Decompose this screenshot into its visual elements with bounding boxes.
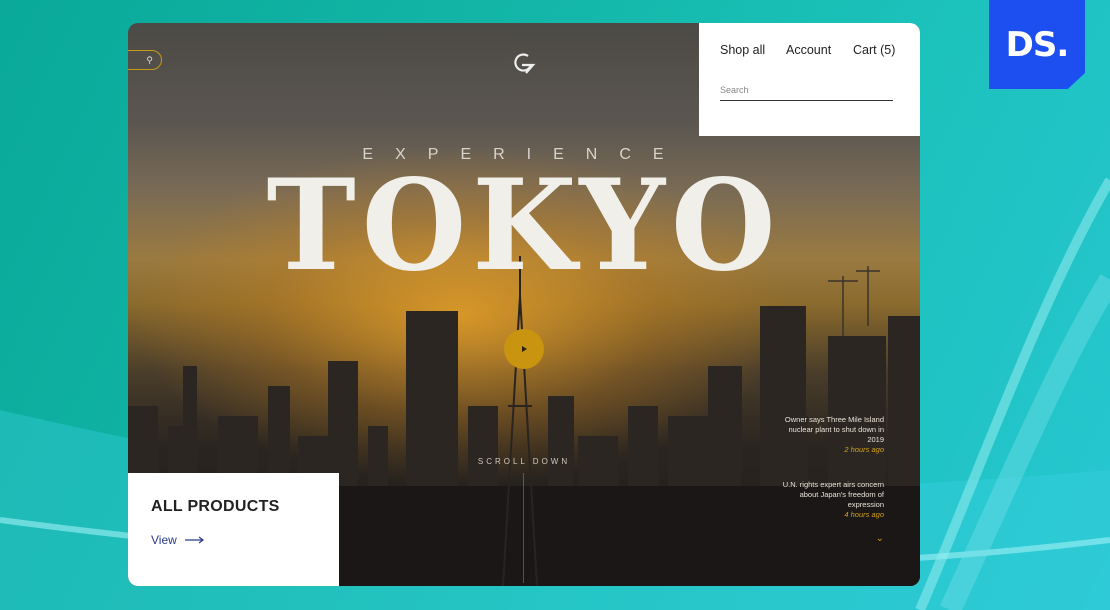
- nav-cart[interactable]: Cart (5): [853, 43, 895, 57]
- news-time: 2 hours ago: [844, 445, 884, 454]
- news-item[interactable]: Owner says Three Mile Island nuclear pla…: [774, 415, 884, 455]
- nav-panel: Shop all Account Cart (5): [699, 23, 920, 136]
- arrow-right-icon: [184, 536, 204, 544]
- search-input[interactable]: [720, 80, 893, 101]
- nav-account[interactable]: Account: [786, 43, 831, 57]
- nav-shop-all[interactable]: Shop all: [720, 43, 765, 57]
- browser-window: ⚲ EXPERIENCE TOKYO SCROLL DOWN Owner say…: [128, 23, 920, 586]
- view-link-label: View: [151, 533, 177, 547]
- play-icon: [522, 346, 527, 352]
- search-toggle[interactable]: ⚲: [128, 50, 162, 70]
- news-time: 4 hours ago: [844, 510, 884, 519]
- scroll-down-label[interactable]: SCROLL DOWN: [128, 457, 920, 466]
- play-video-button[interactable]: [504, 329, 544, 369]
- chevron-down-icon[interactable]: ⌄: [876, 533, 884, 544]
- news-headline: U.N. rights expert airs concern about Ja…: [782, 480, 884, 509]
- news-headline: Owner says Three Mile Island nuclear pla…: [784, 415, 884, 444]
- brand-badge[interactable]: DS.: [989, 0, 1085, 89]
- news-item[interactable]: U.N. rights expert airs concern about Ja…: [774, 480, 884, 520]
- products-title: ALL PRODUCTS: [151, 498, 280, 515]
- scroll-indicator-line: [523, 473, 524, 583]
- view-products-link[interactable]: View: [151, 533, 205, 547]
- all-products-card: ALL PRODUCTS View: [128, 473, 339, 586]
- logo-icon[interactable]: [511, 50, 537, 76]
- hero-title: TOKYO: [266, 151, 782, 300]
- search-icon: ⚲: [146, 54, 153, 65]
